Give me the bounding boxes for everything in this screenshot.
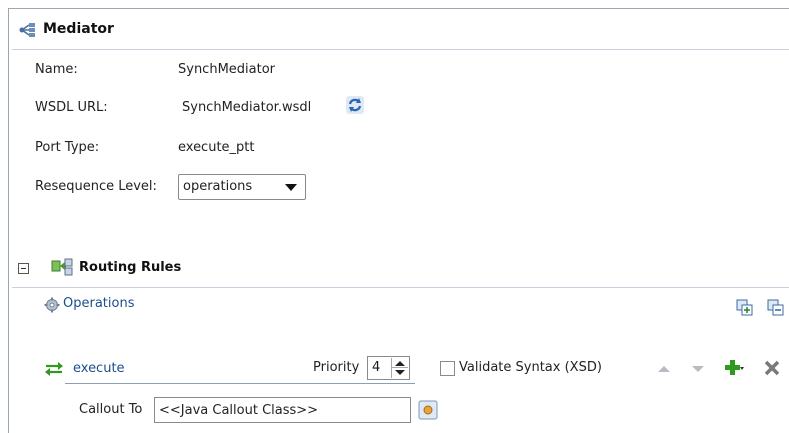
delete-icon[interactable] xyxy=(764,360,780,376)
resequence-level-value: operations xyxy=(183,179,253,194)
validate-syntax-label[interactable]: Validate Syntax (XSD) xyxy=(459,360,602,375)
mediator-editor: Mediator Name: SynchMediator WSDL URL: S… xyxy=(0,0,789,433)
mediator-icon xyxy=(19,23,35,37)
port-type-value: execute_ptt xyxy=(178,140,255,155)
validate-syntax-checkbox[interactable] xyxy=(440,361,455,376)
rule-divider xyxy=(65,383,415,384)
priority-stepper[interactable]: 4 xyxy=(367,356,410,380)
refresh-wsdl-icon[interactable] xyxy=(345,95,365,115)
section-divider xyxy=(12,287,789,288)
stepper-divider xyxy=(392,367,408,368)
expand-all-icon[interactable] xyxy=(736,299,753,316)
resequence-level-label: Resequence Level: xyxy=(35,179,157,194)
routing-rules-icon xyxy=(51,258,73,276)
wsdl-url-label: WSDL URL: xyxy=(35,100,108,115)
collapse-all-icon[interactable] xyxy=(767,299,784,316)
add-icon[interactable] xyxy=(725,359,745,377)
left-border xyxy=(8,8,9,433)
collapse-routing-toggle[interactable] xyxy=(18,263,29,274)
routing-rules-title: Routing Rules xyxy=(79,260,182,275)
name-label: Name: xyxy=(35,62,78,77)
callout-class-input[interactable] xyxy=(155,398,410,422)
decrement-icon[interactable] xyxy=(395,370,405,375)
resequence-level-select[interactable]: operations xyxy=(178,174,306,200)
callout-field[interactable] xyxy=(154,397,411,423)
mediator-title: Mediator xyxy=(43,21,114,37)
browse-icon[interactable] xyxy=(418,400,438,420)
wsdl-url-value: SynchMediator.wsdl xyxy=(182,100,312,115)
port-type-label: Port Type: xyxy=(35,140,100,155)
move-up-icon[interactable] xyxy=(658,366,670,372)
operations-link[interactable]: Operations xyxy=(63,296,134,311)
mediator-section-header: Mediator xyxy=(9,9,789,50)
two-way-arrows-icon xyxy=(45,362,63,376)
priority-value: 4 xyxy=(372,360,381,375)
priority-stepper-buttons[interactable] xyxy=(391,358,408,378)
move-down-icon[interactable] xyxy=(692,366,704,372)
priority-label: Priority xyxy=(313,360,360,375)
increment-icon[interactable] xyxy=(395,361,405,366)
execute-operation-link[interactable]: execute xyxy=(73,361,125,376)
name-value: SynchMediator xyxy=(178,62,276,77)
chevron-down-icon xyxy=(285,184,297,191)
gear-icon xyxy=(44,297,60,313)
callout-to-label: Callout To xyxy=(79,402,143,417)
section-divider xyxy=(12,49,789,50)
